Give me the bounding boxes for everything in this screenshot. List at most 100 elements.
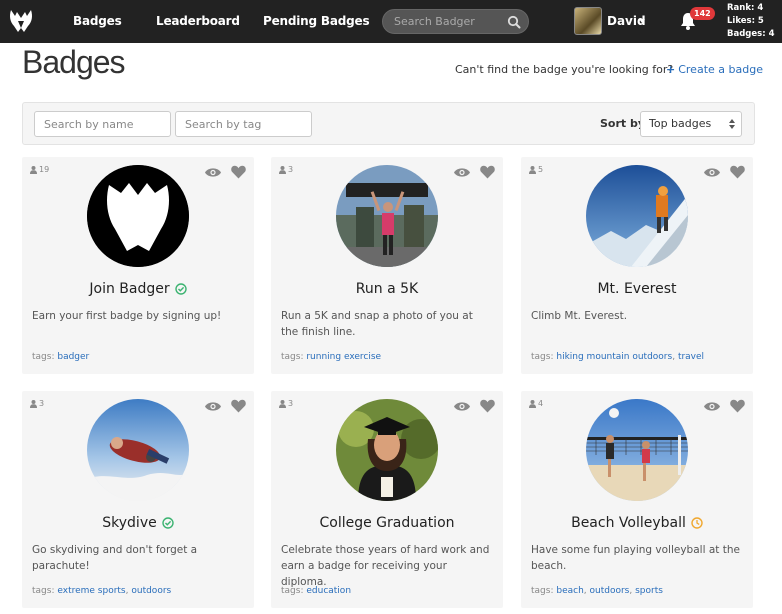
badge-tags: tags: education [281, 586, 351, 596]
nav-pending-badges-link[interactable]: Pending Badges [263, 0, 370, 43]
search-icon[interactable] [507, 15, 521, 29]
tags-label: tags: [531, 352, 554, 362]
badge-user-count: 3 [279, 165, 293, 174]
tag-link[interactable]: running exercise [306, 352, 381, 362]
badge-card-run-a-5k[interactable]: 3 Run a 5K Run a 5K and snap a photo of … [271, 157, 503, 374]
tag-link[interactable]: beach [556, 586, 583, 596]
sort-select[interactable]: Top badges [640, 111, 742, 137]
badge-card-mt-everest[interactable]: 5 Mt. Everest Climb Mt. Everest. tags: h… [521, 157, 753, 374]
badge-description: Run a 5K and snap a photo of you at the … [281, 310, 473, 338]
select-arrows-icon [729, 119, 735, 129]
eye-icon[interactable] [205, 401, 221, 412]
skydiver-photo-icon [87, 399, 189, 501]
heart-icon[interactable] [730, 165, 745, 179]
badge-image[interactable] [586, 399, 688, 501]
tag-link[interactable]: outdoors [590, 586, 630, 596]
eye-icon[interactable] [454, 167, 470, 178]
tag-link[interactable]: education [306, 586, 351, 596]
cant-find-text: Can't find the badge you're looking for? [455, 63, 674, 76]
badge-count-value: 3 [39, 399, 45, 408]
mountain-climber-photo-icon [586, 165, 688, 267]
badge-user-count: 3 [30, 399, 44, 408]
badge-count-value: 19 [39, 165, 50, 174]
user-stats: Rank: 4 Likes: 5 Badges: 4 [727, 2, 779, 41]
user-icon [279, 399, 286, 408]
badge-tags: tags: running exercise [281, 352, 381, 362]
badge-title-row: Skydive [22, 515, 254, 531]
heart-icon[interactable] [730, 399, 745, 413]
heart-icon[interactable] [480, 399, 495, 413]
badge-description: Climb Mt. Everest. [531, 310, 628, 322]
badge-user-count: 19 [30, 165, 49, 174]
badge-user-count: 4 [529, 399, 543, 408]
tag-link[interactable]: hiking mountain outdoors [556, 352, 672, 362]
badge-card-join-badger[interactable]: 19 Join Badger Earn your first badge by … [22, 157, 254, 374]
filter-bar: Sort by Top badges [22, 102, 755, 145]
nav-leaderboard-link[interactable]: Leaderboard [156, 0, 240, 43]
volleyball-photo-icon [586, 399, 688, 501]
badge-image[interactable] [336, 399, 438, 501]
badge-title[interactable]: Mt. Everest [597, 281, 676, 297]
badger-logo-icon[interactable] [8, 8, 34, 34]
tags-label: tags: [32, 586, 55, 596]
tag-link[interactable]: outdoors [131, 586, 171, 596]
tag-link[interactable]: extreme sports [57, 586, 125, 596]
search-by-tag-input[interactable] [175, 111, 312, 137]
badge-count-value: 4 [538, 399, 544, 408]
badge-description: Go skydiving and don't forget a parachut… [32, 544, 198, 572]
page-title: Badges [22, 44, 126, 80]
badge-count-value: 5 [538, 165, 544, 174]
badge-title-row: Mt. Everest [521, 281, 753, 297]
badge-card-beach-volleyball[interactable]: 4 Beach Volleyball Have some fun playing… [521, 391, 753, 608]
badge-image[interactable] [87, 165, 189, 267]
tags-label: tags: [32, 352, 55, 362]
badge-image[interactable] [336, 165, 438, 267]
user-icon [30, 399, 37, 408]
eye-icon[interactable] [704, 167, 720, 178]
badge-image[interactable] [586, 165, 688, 267]
badge-image[interactable] [87, 399, 189, 501]
user-icon [30, 165, 37, 174]
badge-card-skydive[interactable]: 3 Skydive Go skydiving and don't forget … [22, 391, 254, 608]
search-by-name-input[interactable] [34, 111, 171, 137]
user-avatar[interactable] [574, 7, 602, 35]
badge-title[interactable]: Skydive [102, 515, 156, 531]
badge-description: Celebrate those years of hard work and e… [281, 544, 490, 588]
badge-tags: tags: extreme sports, outdoors [32, 586, 172, 596]
eye-icon[interactable] [454, 401, 470, 412]
sort-selected-value: Top badges [649, 117, 712, 130]
eye-icon[interactable] [205, 167, 221, 178]
badge-title[interactable]: College Graduation [319, 515, 454, 531]
heart-icon[interactable] [231, 165, 246, 179]
tags-label: tags: [281, 586, 304, 596]
top-navbar: Badges Leaderboard Pending Badges David … [0, 0, 782, 43]
check-circle-icon [174, 283, 187, 295]
badge-title[interactable]: Beach Volleyball [571, 515, 686, 531]
user-icon [529, 165, 536, 174]
badge-description: Have some fun playing volleyball at the … [531, 544, 740, 572]
runner-photo-icon [336, 165, 438, 267]
graduate-photo-icon [336, 399, 438, 501]
sort-label: Sort by [600, 117, 646, 130]
badge-title-row: Join Badger [22, 281, 254, 297]
nav-badges-link[interactable]: Badges [73, 0, 122, 43]
eye-icon[interactable] [704, 401, 720, 412]
clock-icon [691, 517, 703, 529]
tag-link[interactable]: badger [57, 352, 89, 362]
create-badge-link[interactable]: + Create a badge [666, 63, 763, 76]
tag-link[interactable]: sports [635, 586, 663, 596]
stat-badges: Badges: 4 [727, 29, 775, 39]
notification-count-badge: 142 [690, 7, 715, 20]
check-circle-icon [162, 517, 174, 529]
tag-link[interactable]: travel [678, 352, 704, 362]
nav-search [382, 9, 529, 34]
heart-icon[interactable] [231, 399, 246, 413]
badge-title[interactable]: Run a 5K [356, 281, 418, 297]
badge-count-value: 3 [288, 165, 294, 174]
badge-card-college-graduation[interactable]: 3 College Graduation Celebrate those yea… [271, 391, 503, 608]
badge-tags: tags: hiking mountain outdoors, travel [531, 352, 705, 362]
badge-title[interactable]: Join Badger [89, 281, 169, 297]
heart-icon[interactable] [480, 165, 495, 179]
chevron-down-icon[interactable] [639, 19, 645, 23]
nav-search-input[interactable] [383, 10, 501, 33]
